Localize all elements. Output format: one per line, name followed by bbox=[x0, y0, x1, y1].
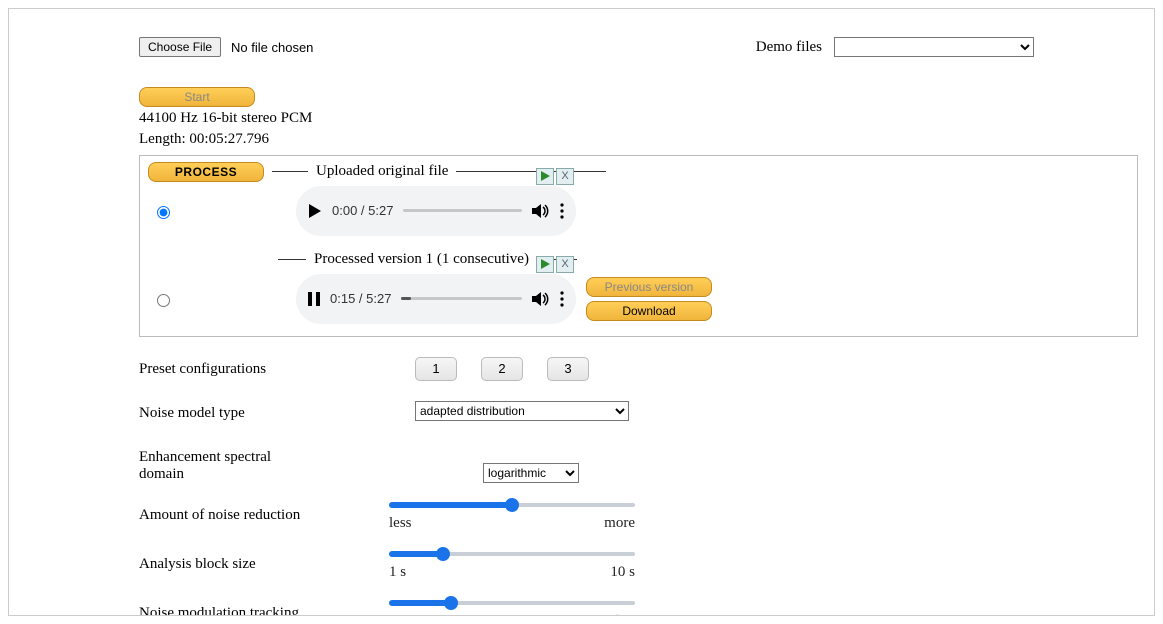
audio-player-processed[interactable]: X 0:15 / 5:27 bbox=[296, 274, 576, 324]
player-timeline[interactable] bbox=[401, 297, 522, 300]
row-modulation: Noise modulation tracking slow fast bbox=[139, 591, 1154, 617]
start-button[interactable]: Start bbox=[139, 87, 255, 107]
block-size-slider[interactable] bbox=[389, 552, 635, 556]
slider-left-label: slow bbox=[389, 613, 417, 617]
noise-reduction-label: Amount of noise reduction bbox=[139, 503, 387, 524]
player-time: 0:00 / 5:27 bbox=[332, 203, 393, 218]
player-row-processed: X 0:15 / 5:27 Previous version Download bbox=[148, 274, 1127, 324]
choose-file-button[interactable]: Choose File bbox=[139, 37, 221, 57]
legend-original: PROCESS Uploaded original file bbox=[148, 162, 1127, 182]
legend-processed: Processed version 1 (1 consecutive) bbox=[148, 250, 1127, 270]
file-chosen-label: No file chosen bbox=[231, 40, 313, 55]
row-enhancement-domain: Enhancement spectral domain logarithmic bbox=[139, 435, 1154, 493]
demo-files-label: Demo files bbox=[756, 39, 822, 56]
enhancement-domain-label: Enhancement spectral domain bbox=[139, 445, 309, 483]
player-row-original: X 0:00 / 5:27 bbox=[148, 186, 1127, 236]
audio-panel: PROCESS Uploaded original file X 0:00 / … bbox=[139, 155, 1138, 337]
player-time: 0:15 / 5:27 bbox=[330, 291, 391, 306]
overlay-play-icon[interactable] bbox=[536, 256, 554, 273]
previous-version-button[interactable]: Previous version bbox=[586, 277, 712, 297]
settings-block: Preset configurations 1 2 3 Noise model … bbox=[9, 337, 1154, 617]
slider-left-label: 1 s bbox=[389, 564, 406, 581]
top-row: Choose File No file chosen Demo files bbox=[9, 9, 1154, 57]
more-icon[interactable] bbox=[560, 203, 564, 219]
slider-left-label: less bbox=[389, 515, 412, 532]
download-button[interactable]: Download bbox=[586, 301, 712, 321]
app-container: Choose File No file chosen Demo files St… bbox=[8, 8, 1155, 616]
demo-files-select[interactable] bbox=[834, 37, 1034, 57]
preset-3-button[interactable]: 3 bbox=[547, 357, 589, 381]
volume-icon[interactable] bbox=[532, 291, 550, 307]
enhancement-domain-select[interactable]: logarithmic bbox=[483, 463, 579, 483]
noise-model-label: Noise model type bbox=[139, 401, 387, 422]
legend-processed-text: Processed version 1 (1 consecutive) bbox=[314, 251, 529, 268]
preset-label: Preset configurations bbox=[139, 357, 387, 378]
process-button[interactable]: PROCESS bbox=[148, 162, 264, 182]
legend-original-text: Uploaded original file bbox=[316, 163, 448, 180]
slider-right-label: more bbox=[604, 515, 635, 532]
block-size-label: Analysis block size bbox=[139, 552, 387, 573]
pause-icon[interactable] bbox=[308, 292, 320, 306]
file-format-text: 44100 Hz 16-bit stereo PCM bbox=[9, 107, 1154, 128]
noise-reduction-slider[interactable] bbox=[389, 503, 635, 507]
row-presets: Preset configurations 1 2 3 bbox=[139, 347, 1154, 391]
row-noise-reduction: Amount of noise reduction less more bbox=[139, 493, 1154, 542]
select-original-radio[interactable] bbox=[157, 206, 170, 219]
select-processed-radio[interactable] bbox=[157, 294, 170, 307]
file-length-text: Length: 00:05:27.796 bbox=[9, 128, 1154, 149]
noise-model-select[interactable]: adapted distribution bbox=[415, 401, 629, 421]
preset-2-button[interactable]: 2 bbox=[481, 357, 523, 381]
start-block: Start bbox=[9, 57, 1154, 107]
play-icon[interactable] bbox=[308, 204, 322, 218]
volume-icon[interactable] bbox=[532, 203, 550, 219]
overlay-play-icon[interactable] bbox=[536, 168, 554, 185]
modulation-label: Noise modulation tracking bbox=[139, 601, 387, 617]
overlay-close-icon[interactable]: X bbox=[556, 168, 574, 185]
preset-1-button[interactable]: 1 bbox=[415, 357, 457, 381]
row-block-size: Analysis block size 1 s 10 s bbox=[139, 542, 1154, 591]
slider-right-label: fast bbox=[613, 613, 635, 617]
row-noise-model: Noise model type adapted distribution bbox=[139, 391, 1154, 435]
player-timeline[interactable] bbox=[403, 209, 522, 212]
more-icon[interactable] bbox=[560, 291, 564, 307]
audio-player-original[interactable]: X 0:00 / 5:27 bbox=[296, 186, 576, 236]
overlay-close-icon[interactable]: X bbox=[556, 256, 574, 273]
slider-right-label: 10 s bbox=[610, 564, 635, 581]
